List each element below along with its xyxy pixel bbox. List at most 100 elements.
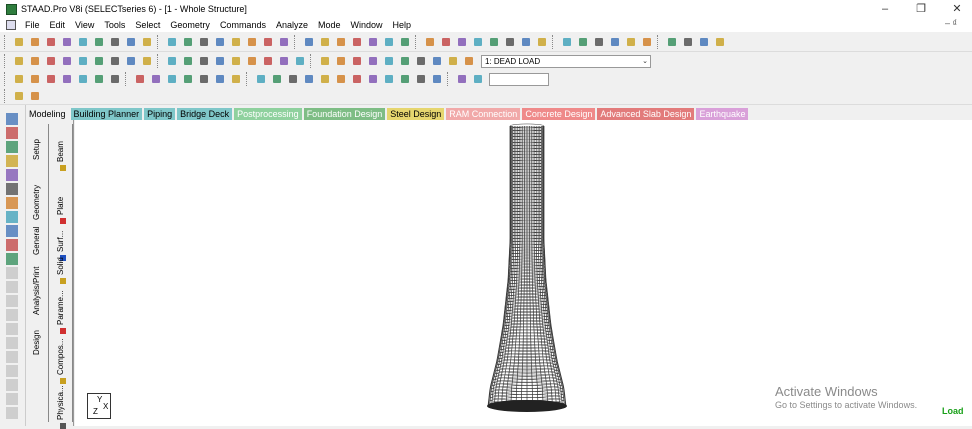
structure-tool-15-icon[interactable] xyxy=(270,72,284,86)
cursor-tool-7-icon[interactable] xyxy=(6,211,18,223)
standard-tool-21-icon[interactable] xyxy=(366,35,380,49)
standard-grip-5[interactable] xyxy=(657,35,661,49)
side-subtab-compos-[interactable]: Compos... xyxy=(56,339,65,375)
structure-tool-22-icon[interactable] xyxy=(382,72,396,86)
standard-tool-25-icon[interactable] xyxy=(439,35,453,49)
selection-grip-1[interactable] xyxy=(157,54,161,68)
standard-tool-29-icon[interactable] xyxy=(503,35,517,49)
selection-tool-16-icon[interactable] xyxy=(277,54,291,68)
side-subtab-physica-[interactable]: Physica... xyxy=(56,385,65,420)
structure-tool-5-icon[interactable] xyxy=(92,72,106,86)
standard-tool-4-icon[interactable] xyxy=(76,35,90,49)
structure-tool-2-icon[interactable] xyxy=(44,72,58,86)
menu-window[interactable]: Window xyxy=(346,20,388,30)
structure-tool-27-icon[interactable] xyxy=(471,72,485,86)
cursor-tool-13-icon[interactable] xyxy=(6,295,18,307)
cursor-tool-3-icon[interactable] xyxy=(6,155,18,167)
standard-tool-27-icon[interactable] xyxy=(471,35,485,49)
minimize-button[interactable]: – xyxy=(870,0,900,18)
structure-tool-18-icon[interactable] xyxy=(318,72,332,86)
cursor-tool-8-icon[interactable] xyxy=(6,225,18,237)
tab-bridge-deck[interactable]: Bridge Deck xyxy=(177,107,233,120)
structure-tool-26-icon[interactable] xyxy=(455,72,469,86)
extra-grip-0[interactable] xyxy=(4,89,8,103)
structure-tool-0-icon[interactable] xyxy=(12,72,26,86)
standard-tool-34-icon[interactable] xyxy=(592,35,606,49)
structure-tool-9-icon[interactable] xyxy=(165,72,179,86)
document-icon[interactable] xyxy=(6,20,16,30)
side-tab-analysis-print[interactable]: Analysis/Print xyxy=(32,267,41,315)
standard-tool-36-icon[interactable] xyxy=(624,35,638,49)
cursor-tool-14-icon[interactable] xyxy=(6,309,18,321)
selection-tool-8-icon[interactable] xyxy=(140,54,154,68)
selection-tool-23-icon[interactable] xyxy=(398,54,412,68)
standard-tool-32-icon[interactable] xyxy=(560,35,574,49)
side-subtab-solid[interactable]: Solid xyxy=(56,257,65,275)
standard-tool-37-icon[interactable] xyxy=(640,35,654,49)
mdi-window-controls[interactable]: – ₫ xyxy=(945,18,957,28)
selection-tool-21-icon[interactable] xyxy=(366,54,380,68)
menu-view[interactable]: View xyxy=(70,20,99,30)
tab-modeling[interactable]: Modeling xyxy=(26,107,69,120)
standard-tool-18-icon[interactable] xyxy=(318,35,332,49)
menu-select[interactable]: Select xyxy=(130,20,165,30)
cursor-tool-5-icon[interactable] xyxy=(6,183,18,195)
selection-grip-2[interactable] xyxy=(310,54,314,68)
cursor-tool-20-icon[interactable] xyxy=(6,393,18,405)
cursor-tool-16-icon[interactable] xyxy=(6,337,18,349)
standard-tool-12-icon[interactable] xyxy=(213,35,227,49)
structure-tool-10-icon[interactable] xyxy=(181,72,195,86)
tab-postprocessing[interactable]: Postprocessing xyxy=(234,107,302,120)
tab-advanced-slab-design[interactable]: Advanced Slab Design xyxy=(597,107,695,120)
structure-tool-24-icon[interactable] xyxy=(414,72,428,86)
standard-grip-1[interactable] xyxy=(157,35,161,49)
selection-tool-2-icon[interactable] xyxy=(44,54,58,68)
structure-tool-13-icon[interactable] xyxy=(229,72,243,86)
standard-tool-39-icon[interactable] xyxy=(681,35,695,49)
tab-piping[interactable]: Piping xyxy=(144,107,176,120)
spin-input[interactable] xyxy=(489,72,549,86)
standard-tool-24-icon[interactable] xyxy=(423,35,437,49)
structure-grip-1[interactable] xyxy=(125,72,129,86)
menu-commands[interactable]: Commands xyxy=(215,20,271,30)
standard-tool-14-icon[interactable] xyxy=(245,35,259,49)
menu-mode[interactable]: Mode xyxy=(313,20,346,30)
standard-tool-23-icon[interactable] xyxy=(398,35,412,49)
standard-tool-38-icon[interactable] xyxy=(665,35,679,49)
standard-tool-2-icon[interactable] xyxy=(44,35,58,49)
cursor-tool-18-icon[interactable] xyxy=(6,365,18,377)
tab-concrete-design[interactable]: Concrete Design xyxy=(522,107,596,120)
selection-tool-24-icon[interactable] xyxy=(414,54,428,68)
structure-tool-20-icon[interactable] xyxy=(350,72,364,86)
structure-tool-25-icon[interactable] xyxy=(430,72,444,86)
selection-tool-18-icon[interactable] xyxy=(318,54,332,68)
structure-tool-23-icon[interactable] xyxy=(398,72,412,86)
selection-tool-20-icon[interactable] xyxy=(350,54,364,68)
structure-tool-16-icon[interactable] xyxy=(286,72,300,86)
standard-grip-2[interactable] xyxy=(294,35,298,49)
standard-tool-6-icon[interactable] xyxy=(108,35,122,49)
cursor-tool-9-icon[interactable] xyxy=(6,239,18,251)
selection-tool-27-icon[interactable] xyxy=(462,54,476,68)
cursor-tool-12-icon[interactable] xyxy=(6,281,18,293)
standard-tool-13-icon[interactable] xyxy=(229,35,243,49)
structure-tool-21-icon[interactable] xyxy=(366,72,380,86)
side-subtab-surf-[interactable]: Surf... xyxy=(56,231,65,252)
standard-tool-22-icon[interactable] xyxy=(382,35,396,49)
extra-tool-1-icon[interactable] xyxy=(28,89,42,103)
structure-tool-4-icon[interactable] xyxy=(76,72,90,86)
selection-tool-26-icon[interactable] xyxy=(446,54,460,68)
selection-tool-6-icon[interactable] xyxy=(108,54,122,68)
menu-analyze[interactable]: Analyze xyxy=(271,20,313,30)
selection-tool-9-icon[interactable] xyxy=(165,54,179,68)
side-tab-general[interactable]: General xyxy=(32,227,41,255)
selection-tool-15-icon[interactable] xyxy=(261,54,275,68)
selection-tool-1-icon[interactable] xyxy=(28,54,42,68)
selection-tool-14-icon[interactable] xyxy=(245,54,259,68)
tower-wireframe-model[interactable] xyxy=(75,120,972,426)
standard-tool-8-icon[interactable] xyxy=(140,35,154,49)
selection-tool-25-icon[interactable] xyxy=(430,54,444,68)
standard-tool-20-icon[interactable] xyxy=(350,35,364,49)
standard-tool-26-icon[interactable] xyxy=(455,35,469,49)
selection-tool-22-icon[interactable] xyxy=(382,54,396,68)
